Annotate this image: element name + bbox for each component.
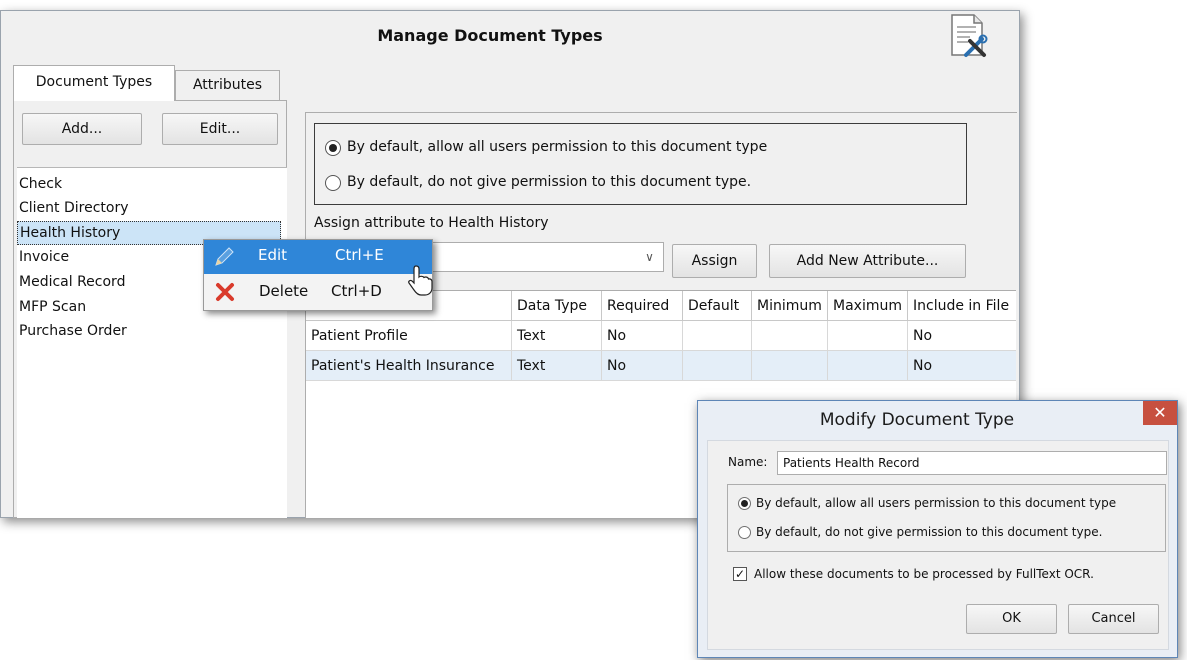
tab-document-types[interactable]: Document Types <box>13 65 175 101</box>
modify-deny-permission-label: By default, do not give permission to th… <box>756 525 1103 539</box>
document-tools-icon <box>948 13 988 59</box>
name-label: Name: <box>728 455 768 469</box>
table-cell <box>752 321 828 351</box>
context-menu-item-edit[interactable] <box>204 240 432 274</box>
list-item[interactable]: Client Directory <box>19 196 129 220</box>
column-header[interactable]: Maximum <box>828 291 908 321</box>
column-header[interactable]: Minimum <box>752 291 828 321</box>
context-menu-delete-label: Delete <box>259 282 309 300</box>
column-header[interactable]: Required <box>602 291 683 321</box>
mouse-pointer-icon <box>407 264 433 300</box>
edit-button[interactable]: Edit... <box>162 113 278 145</box>
deny-permission-radio[interactable] <box>325 175 341 191</box>
table-cell: Text <box>512 351 602 381</box>
context-menu-edit-shortcut: Ctrl+E <box>335 246 384 264</box>
permission-group: By default, allow all users permission t… <box>314 123 967 205</box>
assign-attribute-label: Assign attribute to Health History <box>314 215 549 231</box>
list-item[interactable]: Purchase Order <box>19 319 127 343</box>
table-cell: No <box>602 351 683 381</box>
close-button[interactable]: ✕ <box>1143 401 1177 425</box>
list-item[interactable]: Invoice <box>19 245 69 269</box>
column-header[interactable]: Include in File <box>908 291 1016 321</box>
add-new-attribute-button[interactable]: Add New Attribute... <box>769 244 966 278</box>
table-cell: Text <box>512 321 602 351</box>
document-type-list: Check Client Directory Health History In… <box>17 167 287 518</box>
name-input[interactable]: Patients Health Record <box>777 451 1167 475</box>
table-cell <box>683 321 752 351</box>
assign-button[interactable]: Assign <box>672 244 757 278</box>
ocr-label: Allow these documents to be processed by… <box>754 567 1094 581</box>
delete-x-icon <box>214 281 236 303</box>
allow-permission-label: By default, allow all users permission t… <box>347 139 768 155</box>
table-cell: No <box>908 321 1016 351</box>
table-cell: No <box>602 321 683 351</box>
table-cell: Patient Profile <box>306 321 512 351</box>
pencil-icon <box>212 245 236 269</box>
dialog-title: Manage Document Types <box>377 26 603 45</box>
chevron-down-icon[interactable]: ∨ <box>636 243 663 271</box>
list-item[interactable]: Check <box>19 172 62 196</box>
context-menu-edit-label: Edit <box>258 246 288 264</box>
deny-permission-label: By default, do not give permission to th… <box>347 174 752 190</box>
table-cell <box>683 351 752 381</box>
add-button[interactable]: Add... <box>22 113 142 145</box>
context-menu-item-delete[interactable] <box>204 276 432 309</box>
table-cell <box>828 321 908 351</box>
modify-permission-group <box>727 484 1166 552</box>
tab-attributes[interactable]: Attributes <box>175 70 280 100</box>
ocr-checkbox[interactable]: ✓ <box>733 567 747 581</box>
context-menu-delete-shortcut: Ctrl+D <box>331 282 382 300</box>
allow-permission-radio[interactable] <box>325 140 341 156</box>
modify-deny-permission-radio[interactable] <box>738 526 751 539</box>
list-item[interactable]: MFP Scan <box>19 295 86 319</box>
column-header[interactable]: Default <box>683 291 752 321</box>
cancel-button[interactable]: Cancel <box>1068 604 1159 634</box>
table-cell <box>752 351 828 381</box>
list-item[interactable]: Medical Record <box>19 270 125 294</box>
column-header[interactable]: Data Type <box>512 291 602 321</box>
modify-allow-permission-radio[interactable] <box>738 497 751 510</box>
ok-button[interactable]: OK <box>966 604 1057 634</box>
table-cell <box>828 351 908 381</box>
table-cell: Patient's Health Insurance <box>306 351 512 381</box>
table-cell: No <box>908 351 1016 381</box>
modify-allow-permission-label: By default, allow all users permission t… <box>756 496 1117 510</box>
modify-dialog-title: Modify Document Type <box>819 410 1015 430</box>
